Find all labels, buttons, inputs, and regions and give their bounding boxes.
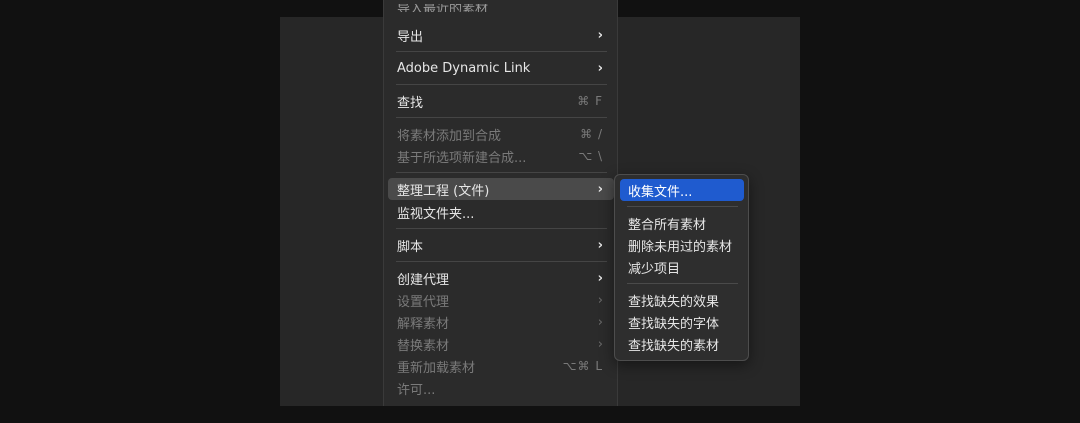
- menu-separator: [396, 117, 607, 118]
- menu-separator: [396, 172, 607, 173]
- chevron-right-icon: ›: [597, 336, 603, 352]
- dependencies-submenu: 收集文件... 整合所有素材 删除未用过的素材 减少项目 查找缺失的效果 查找缺…: [614, 174, 749, 361]
- menu-item-label: 整理工程 (文件): [397, 183, 490, 199]
- submenu-item-collect-files[interactable]: 收集文件...: [620, 179, 744, 201]
- menu-separator: [396, 84, 607, 85]
- submenu-item-find-missing-effects[interactable]: 查找缺失的效果: [620, 289, 744, 311]
- menu-item-label: Adobe Dynamic Link: [397, 60, 531, 76]
- menu-item-license: 许可...: [388, 377, 614, 399]
- menu-item-set-proxy: 设置代理 ›: [388, 289, 614, 311]
- menu-item-interpret-footage: 解释素材 ›: [388, 311, 614, 333]
- menu-separator: [627, 283, 738, 284]
- menu-separator: [627, 206, 738, 207]
- chevron-right-icon: ›: [597, 60, 603, 76]
- shortcut-label: ⌘ F: [577, 94, 603, 108]
- submenu-item-find-missing-footage[interactable]: 查找缺失的素材: [620, 333, 744, 355]
- chevron-right-icon: ›: [597, 270, 603, 286]
- chevron-right-icon: ›: [597, 292, 603, 308]
- menu-item-scripts[interactable]: 脚本 ›: [388, 234, 614, 256]
- menu-item-label: 解释素材: [397, 316, 450, 332]
- menu-item-label: 替换素材: [397, 338, 450, 354]
- menu-separator: [396, 228, 607, 229]
- menu-item-label: 许可...: [397, 382, 436, 398]
- menu-item-replace-footage: 替换素材 ›: [388, 333, 614, 355]
- shortcut-label: ⌘ /: [580, 127, 603, 141]
- menu-item-partial: 导入最近的素材: [397, 4, 489, 12]
- menu-item-export[interactable]: 导出 ›: [388, 24, 614, 46]
- menu-item-label: 设置代理: [397, 294, 450, 310]
- submenu-item-find-missing-fonts[interactable]: 查找缺失的字体: [620, 311, 744, 333]
- menu-item-new-comp-from-selection: 基于所选项新建合成... ⌥ \: [388, 145, 614, 167]
- submenu-item-reduce-project[interactable]: 减少项目: [620, 256, 744, 278]
- menu-item-label: 重新加载素材: [397, 360, 476, 376]
- shortcut-label: ⌥⌘ L: [562, 359, 603, 373]
- menu-separator: [396, 261, 607, 262]
- menu-item-label: 查找: [397, 95, 424, 111]
- menu-item-label: 监视文件夹...: [397, 206, 475, 222]
- menu-item-label: 将素材添加到合成: [397, 128, 502, 144]
- menu-item-label: 脚本: [397, 239, 424, 255]
- submenu-item-remove-unused[interactable]: 删除未用过的素材: [620, 234, 744, 256]
- menu-item-dependencies[interactable]: 整理工程 (文件) ›: [388, 178, 614, 200]
- menu-item-find[interactable]: 查找 ⌘ F: [388, 90, 614, 112]
- chevron-right-icon: ›: [597, 181, 603, 197]
- menu-item-label: 基于所选项新建合成...: [397, 150, 527, 166]
- menu-separator: [396, 51, 607, 52]
- chevron-right-icon: ›: [597, 27, 603, 43]
- file-menu: 导入最近的素材 导出 › Adobe Dynamic Link › 查找 ⌘ F…: [383, 0, 618, 406]
- menu-item-create-proxy[interactable]: 创建代理 ›: [388, 267, 614, 289]
- menu-item-add-to-comp: 将素材添加到合成 ⌘ /: [388, 123, 614, 145]
- shortcut-label: ⌥ \: [578, 149, 603, 163]
- menu-item-reload-footage: 重新加载素材 ⌥⌘ L: [388, 355, 614, 377]
- chevron-right-icon: ›: [597, 314, 603, 330]
- menu-item-dynamic-link[interactable]: Adobe Dynamic Link ›: [388, 57, 614, 79]
- chevron-right-icon: ›: [597, 237, 603, 253]
- menu-item-watch-folder[interactable]: 监视文件夹...: [388, 201, 614, 223]
- menu-item-label: 导出: [397, 29, 424, 45]
- menu-item-label: 创建代理: [397, 272, 450, 288]
- submenu-item-consolidate[interactable]: 整合所有素材: [620, 212, 744, 234]
